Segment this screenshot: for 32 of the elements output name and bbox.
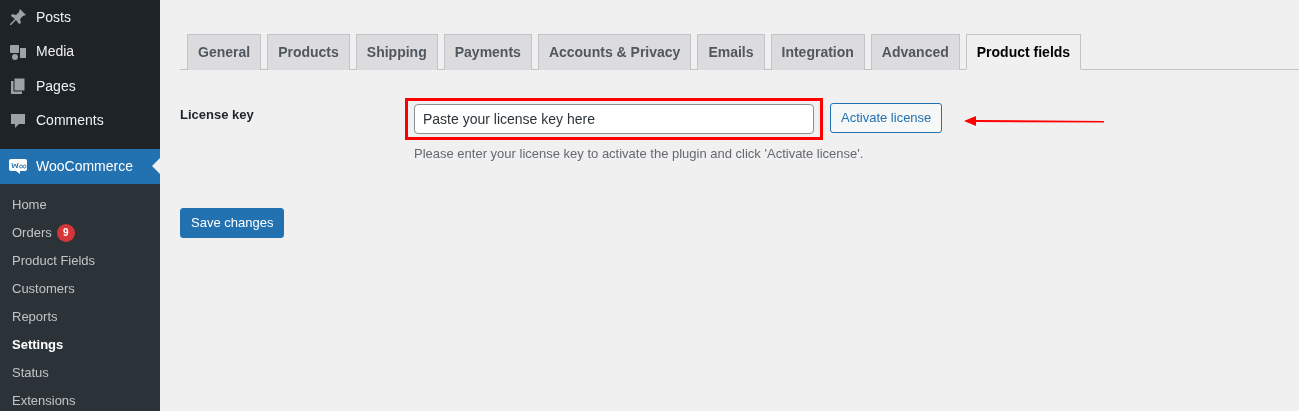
sidebar-item[interactable]: Media <box>0 34 160 69</box>
tab[interactable]: Advanced <box>870 34 960 70</box>
activate-license-button[interactable]: Activate license <box>830 103 943 133</box>
pages-icon <box>8 76 28 97</box>
sidebar-item[interactable]: WooCommerce <box>0 149 160 184</box>
tab[interactable]: Products <box>267 34 350 70</box>
tab[interactable]: Integration <box>770 34 865 70</box>
sidebar-item[interactable]: Comments <box>0 103 160 138</box>
license-key-field[interactable]: Paste your license key here <box>414 104 814 134</box>
submenu-item[interactable]: Customers <box>0 274 160 303</box>
submenu-item[interactable]: Settings <box>0 330 160 359</box>
sidebar-item[interactable]: Posts <box>0 0 160 35</box>
pin-icon <box>8 7 28 28</box>
submenu-item[interactable]: Home <box>0 190 160 219</box>
tab[interactable]: Product fields <box>965 34 1082 70</box>
save-changes-button[interactable]: Save changes <box>180 207 285 238</box>
tab[interactable]: Payments <box>443 34 532 70</box>
submenu-item[interactable]: Extensions <box>0 386 160 411</box>
woo-logo-icon <box>8 156 28 177</box>
submenu-item[interactable]: Orders 9 <box>0 218 160 247</box>
pointer-icon <box>152 158 160 174</box>
submenu-item[interactable]: Reports <box>0 302 160 331</box>
tab[interactable]: General <box>187 34 262 70</box>
submenu-item[interactable]: Status <box>0 358 160 387</box>
sidebar-item[interactable]: Pages <box>0 69 160 104</box>
tab[interactable]: Accounts & Privacy <box>537 34 692 70</box>
count-badge: 9 <box>56 223 75 242</box>
tab[interactable]: Shipping <box>355 34 438 70</box>
tab[interactable]: Emails <box>697 34 765 70</box>
help-text: Please enter your license key to activate the plugin and click 'Activate license'. <box>414 145 865 163</box>
submenu-item[interactable]: Product Fields <box>0 246 160 275</box>
field-label: License key <box>180 106 255 124</box>
